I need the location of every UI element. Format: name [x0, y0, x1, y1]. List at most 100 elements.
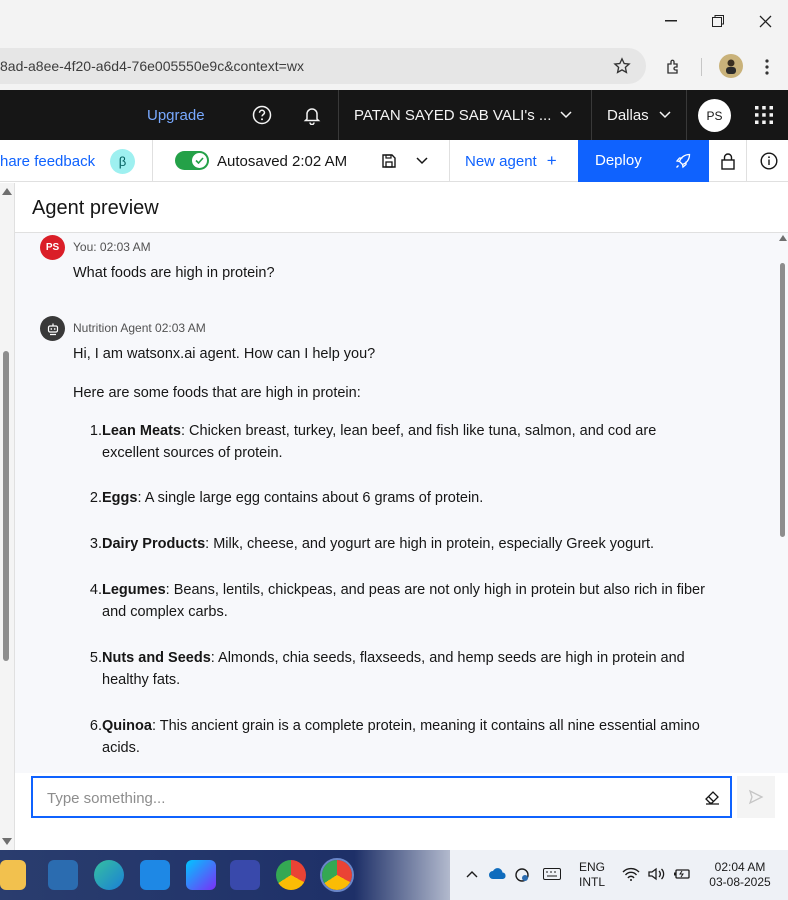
close-window-button[interactable]	[745, 6, 785, 36]
edge-browser-icon[interactable]	[94, 860, 124, 890]
list-item-text-cont: and complex carbs.	[102, 604, 228, 620]
list-item-text-cont: healthy fats.	[102, 672, 181, 688]
tray-expand-icon[interactable]	[466, 870, 478, 878]
scroll-down-arrow-icon[interactable]	[2, 838, 12, 845]
list-item-title: Dairy Products	[102, 536, 206, 552]
user-avatar[interactable]: PS	[698, 99, 731, 132]
language-indicator[interactable]: ENG INTL	[574, 860, 610, 890]
list-number: 1.	[89, 423, 102, 439]
save-options-chevron-icon[interactable]	[416, 140, 428, 182]
store-app-icon[interactable]	[48, 860, 78, 890]
chrome-active-icon[interactable]	[320, 858, 354, 892]
new-agent-button[interactable]: New agent +	[465, 140, 557, 182]
browser-addressbar: 8ad-a8ee-4f20-a6d4-76e005550e9c&context=…	[0, 42, 788, 90]
autosave-status: Autosaved 2:02 AM	[217, 152, 348, 170]
list-number: 4.	[89, 582, 102, 598]
agent-greeting: Hi, I am watsonx.ai agent. How can I hel…	[73, 346, 376, 362]
scroll-up-arrow-icon[interactable]	[2, 188, 12, 195]
browser-menu-icon[interactable]	[756, 56, 778, 78]
agent-intro: Here are some foods that are high in pro…	[73, 385, 361, 401]
restore-button[interactable]	[698, 6, 738, 36]
autosave-toggle[interactable]	[175, 151, 209, 170]
user-message-text: What foods are high in protein?	[73, 265, 275, 281]
keyboard-icon[interactable]	[543, 868, 561, 880]
sync-icon[interactable]	[514, 867, 530, 883]
user-avatar: PS	[40, 235, 65, 260]
list-number: 2.	[89, 490, 102, 506]
user-message-meta: You: 02:03 AM	[73, 240, 151, 254]
deploy-button[interactable]: Deploy	[578, 140, 709, 182]
divider	[686, 90, 687, 140]
page-title: Agent preview	[32, 197, 159, 219]
account-name: PATAN SAYED SAB VALI's ...	[354, 106, 552, 124]
list-item-text: : Milk, cheese, and yogurt are high in p…	[205, 536, 655, 552]
send-button[interactable]	[737, 776, 775, 818]
robot-icon	[47, 323, 58, 335]
file-explorer-icon[interactable]	[0, 860, 26, 890]
toggle-knob	[192, 153, 207, 168]
clock-date: 03-08-2025	[709, 875, 771, 889]
lock-icon[interactable]	[721, 140, 735, 182]
scrollbar-thumb[interactable]	[3, 351, 9, 661]
account-switcher[interactable]: PATAN SAYED SAB VALI's ...	[354, 90, 576, 140]
scroll-up-arrow-icon[interactable]	[779, 235, 787, 241]
scrollbar-thumb[interactable]	[780, 263, 785, 537]
list-item-title: Lean Meats	[102, 423, 181, 439]
help-icon[interactable]	[252, 90, 272, 140]
divider	[152, 140, 153, 182]
check-icon	[195, 157, 204, 164]
list-number: 5.	[89, 650, 102, 666]
list-item-text-cont: acids.	[102, 740, 140, 756]
chevron-down-icon	[659, 111, 671, 119]
clock-time: 02:04 AM	[714, 860, 766, 874]
minimize-icon	[665, 20, 677, 22]
upgrade-link[interactable]: Upgrade	[147, 90, 205, 140]
chat-input-container[interactable]	[31, 776, 732, 818]
extensions-icon[interactable]	[663, 56, 685, 78]
agent-toolbar: hare feedback β Autosaved 2:02 AM New ag…	[0, 140, 788, 182]
restore-icon	[712, 15, 724, 27]
url-field[interactable]: 8ad-a8ee-4f20-a6d4-76e005550e9c&context=…	[0, 48, 646, 84]
mail-icon[interactable]	[140, 860, 170, 890]
app-header: Upgrade PATAN SAYED SAB VALI's ... Dalla…	[0, 90, 788, 140]
new-agent-label: New agent	[465, 152, 537, 170]
onedrive-cloud-icon[interactable]	[488, 866, 508, 880]
url-text: 8ad-a8ee-4f20-a6d4-76e005550e9c&context=…	[0, 58, 304, 74]
language-code: ENG	[578, 860, 605, 874]
region-switcher[interactable]: Dallas	[607, 90, 675, 140]
list-number: 6.	[89, 718, 102, 734]
list-item-text: : Almonds, chia seeds, flaxseeds, and he…	[210, 650, 685, 666]
eraser-icon[interactable]	[703, 788, 721, 806]
chat-scrollbar[interactable]	[777, 233, 788, 773]
chrome-profile-icon[interactable]	[276, 860, 306, 890]
share-feedback-link[interactable]: hare feedback	[0, 140, 95, 182]
clock[interactable]: 02:04 AM 03-08-2025	[700, 860, 780, 890]
keyboard-layout: INTL	[578, 875, 605, 889]
notification-bell-icon[interactable]	[302, 90, 322, 140]
list-item-text: : Chicken breast, turkey, lean beef, and…	[180, 423, 657, 439]
app-icon[interactable]	[230, 860, 260, 890]
minimize-button[interactable]	[651, 6, 691, 36]
profile-avatar[interactable]	[719, 54, 743, 78]
media-player-icon[interactable]	[186, 860, 216, 890]
app-switcher-icon[interactable]	[755, 90, 773, 140]
list-item-text-cont: excellent sources of protein.	[102, 445, 283, 461]
beta-badge: β	[110, 149, 135, 174]
agent-avatar	[40, 316, 65, 341]
info-icon[interactable]	[760, 140, 778, 182]
star-icon[interactable]	[611, 55, 633, 77]
wifi-icon[interactable]	[622, 867, 640, 881]
divider	[449, 140, 450, 182]
windows-taskbar: ENG INTL 02:04 AM 03-08-2025	[0, 850, 788, 900]
chat-input-area	[15, 773, 788, 850]
list-item-title: Legumes	[102, 582, 166, 598]
deploy-label: Deploy	[595, 152, 642, 169]
list-number: 3.	[89, 536, 102, 552]
volume-icon[interactable]	[648, 867, 666, 881]
chat-input[interactable]	[47, 788, 677, 808]
close-icon	[759, 15, 771, 27]
send-icon	[748, 789, 764, 805]
battery-icon[interactable]	[673, 867, 691, 881]
rocket-icon	[675, 153, 691, 169]
save-icon[interactable]	[381, 140, 397, 182]
